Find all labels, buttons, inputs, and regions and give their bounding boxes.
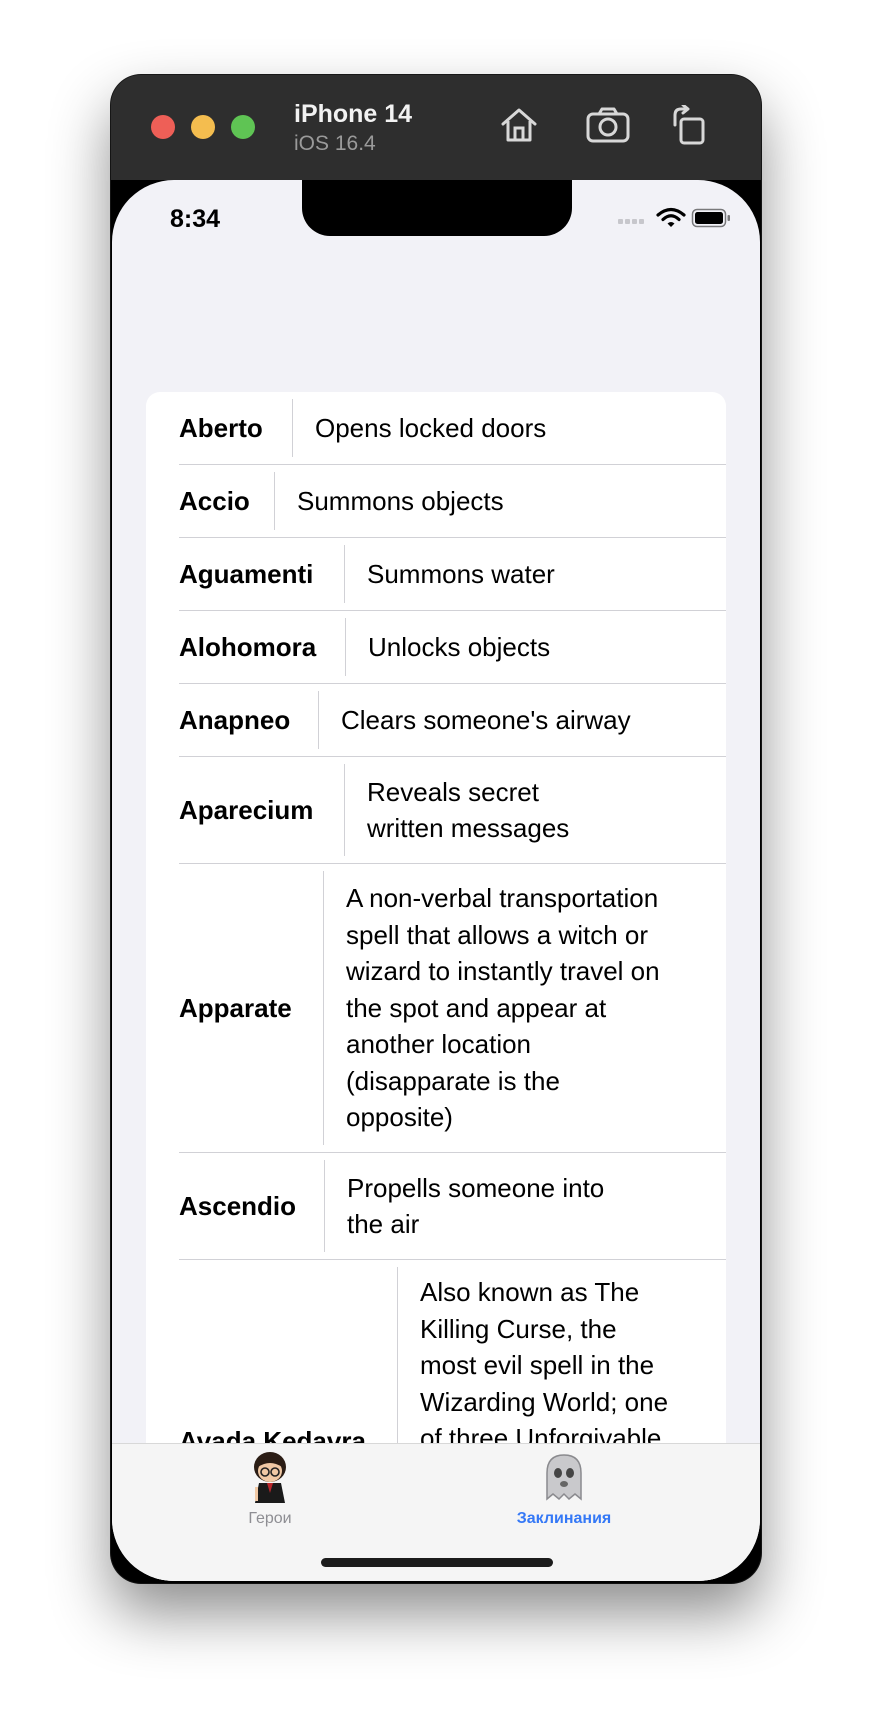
- battery-icon: [691, 208, 730, 228]
- device-os-version: iOS 16.4: [294, 132, 376, 155]
- tab-heroes[interactable]: Герои: [210, 1449, 330, 1528]
- tab-heroes-label: Герои: [248, 1510, 292, 1527]
- spell-description: Summons water: [367, 558, 555, 589]
- spell-name: Aberto: [179, 412, 263, 443]
- list-item[interactable]: Aberto Opens locked doors: [179, 392, 726, 464]
- tab-bar: Герои Заклинания: [112, 1443, 760, 1581]
- spells-list[interactable]: Aberto Opens locked doors Accio Summons …: [146, 392, 726, 1581]
- spell-description: Propells someone into the air: [347, 1172, 605, 1240]
- list-item[interactable]: Accio Summons objects: [179, 465, 726, 537]
- tab-spells[interactable]: Заклинания: [504, 1449, 624, 1528]
- minimize-window-button[interactable]: [191, 115, 215, 139]
- list-item[interactable]: Ascendio Propells someone into the air: [179, 1153, 726, 1259]
- spell-name: Accio: [179, 485, 250, 516]
- spell-description: Reveals secret written messages: [367, 776, 570, 844]
- spell-description: Unlocks objects: [368, 631, 551, 662]
- list-item[interactable]: Aguamenti Summons water: [179, 538, 726, 610]
- device-name: iPhone 14: [294, 100, 413, 128]
- simulator-titlebar: iPhone 14 iOS 16.4: [111, 75, 761, 180]
- list-item[interactable]: Apparate A non-verbal transportation spe…: [179, 864, 726, 1152]
- status-indicators: [618, 207, 730, 228]
- zoom-window-button[interactable]: [231, 115, 255, 139]
- spell-name: Apparate: [179, 992, 292, 1023]
- rotate-device-icon[interactable]: [669, 105, 709, 147]
- list-item[interactable]: Alohomora Unlocks objects: [179, 611, 726, 683]
- list-item[interactable]: Anapneo Clears someone's airway: [179, 684, 726, 756]
- spell-name: Aparecium: [179, 794, 314, 825]
- ghost-avatar-icon: [546, 1454, 582, 1501]
- spell-description: Clears someone's airway: [341, 704, 631, 735]
- spell-name: Aguamenti: [179, 558, 314, 589]
- close-window-button[interactable]: [151, 115, 175, 139]
- status-time: 8:34: [170, 205, 221, 233]
- home-icon[interactable]: [499, 105, 539, 145]
- notch: [302, 180, 572, 236]
- spell-description: A non-verbal transportation spell that a…: [346, 883, 660, 1133]
- cellular-signal-icon: [618, 219, 644, 224]
- screenshot-camera-icon[interactable]: [585, 105, 631, 145]
- list-item[interactable]: Aparecium Reveals secret written message…: [179, 757, 726, 863]
- spell-description: Summons objects: [297, 485, 504, 516]
- spell-name: Alohomora: [179, 631, 317, 662]
- spell-name: Ascendio: [179, 1190, 297, 1221]
- spell-description: Opens locked doors: [315, 412, 547, 443]
- spell-name: Anapneo: [179, 704, 291, 735]
- wifi-icon: [656, 207, 686, 227]
- tab-spells-label: Заклинания: [516, 1510, 612, 1527]
- simulator-window: iPhone 14 iOS 16.4 8:34 Aberto Opens loc…: [111, 75, 761, 1583]
- harry-potter-avatar-icon: [254, 1452, 286, 1503]
- phone-screen: 8:34 Aberto Opens locked doors Accio Sum…: [112, 180, 760, 1581]
- home-indicator[interactable]: [321, 1558, 553, 1567]
